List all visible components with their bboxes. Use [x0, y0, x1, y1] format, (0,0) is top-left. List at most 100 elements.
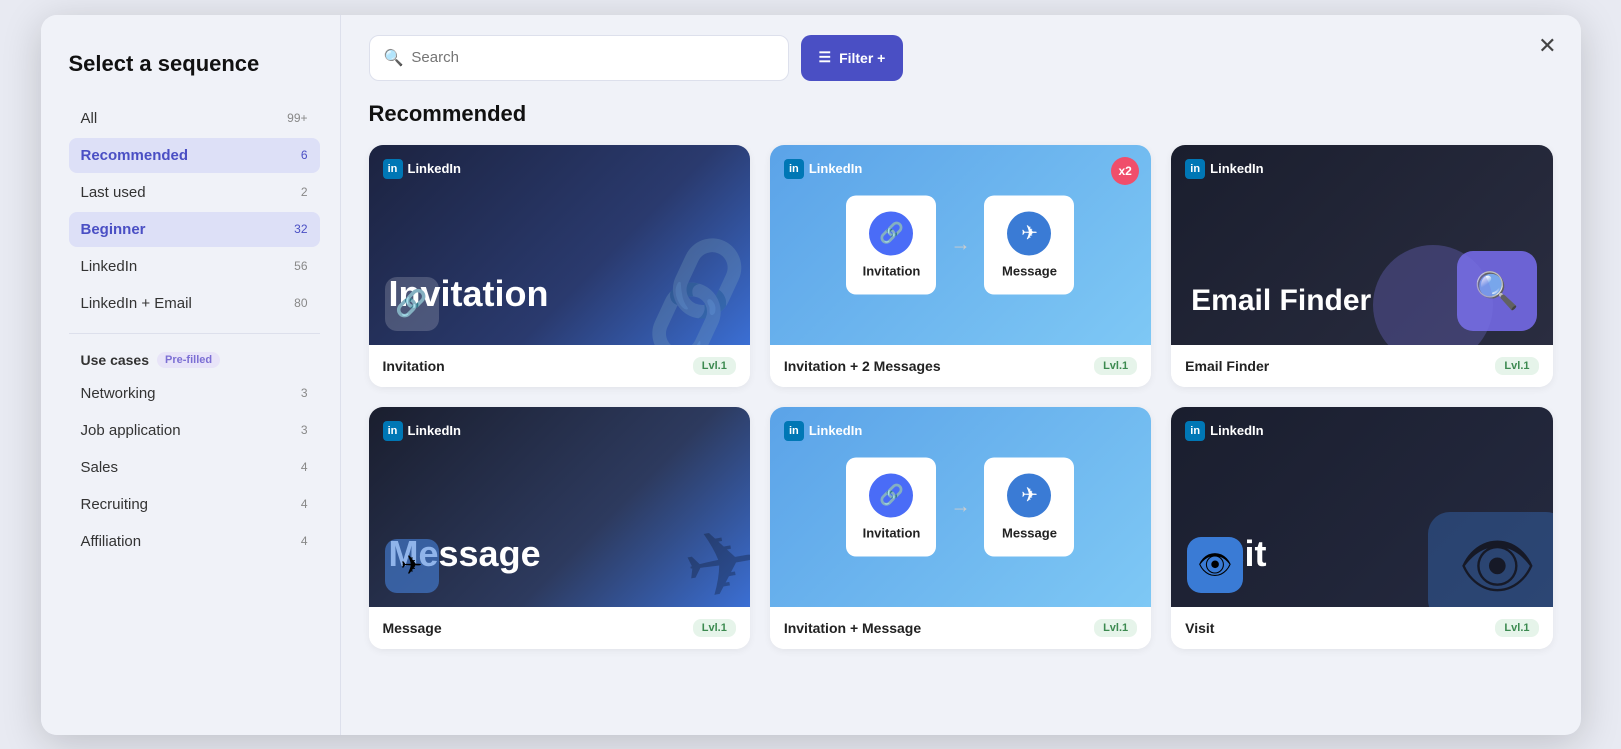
sidebar-item-label: Last used: [81, 184, 146, 201]
lvl-badge: Lvl.1: [693, 619, 736, 637]
close-button[interactable]: ✕: [1538, 33, 1556, 59]
step-card-message: ✈ Message: [984, 457, 1074, 556]
card-invitation[interactable]: in LinkedIn Invitation 🔗 🔗 Invitation Lv…: [369, 145, 750, 387]
card-image-email-finder: in LinkedIn Email Finder 🔍: [1171, 145, 1552, 345]
sidebar-item-label: Networking: [81, 385, 156, 402]
sidebar-item-recommended[interactable]: Recommended 6: [69, 138, 320, 173]
card-footer: Invitation Lvl.1: [369, 345, 750, 387]
search-icon: 🔍: [384, 48, 404, 68]
sidebar-divider: [69, 333, 320, 334]
x2-badge: x2: [1111, 157, 1139, 185]
card-footer: Invitation + Message Lvl.1: [770, 607, 1151, 649]
step-label-invitation: Invitation: [863, 525, 921, 540]
card-invitation-message[interactable]: in LinkedIn 🔗 Invitation → ✈ Message: [770, 407, 1151, 649]
filter-icon: ☰: [819, 49, 832, 66]
sidebar-item-recruiting[interactable]: Recruiting 4: [69, 487, 320, 522]
card-title: Message: [383, 620, 442, 636]
li-icon: in: [1185, 421, 1205, 441]
step-icon-invitation: 🔗: [869, 473, 913, 517]
filter-button[interactable]: ☰ Filter +: [801, 35, 904, 81]
sidebar-item-label: Recruiting: [81, 496, 149, 513]
section-heading: Recommended: [369, 101, 1553, 127]
linkedin-label: in LinkedIn: [383, 421, 461, 441]
sidebar-item-label: LinkedIn: [81, 258, 138, 275]
card-footer: Email Finder Lvl.1: [1171, 345, 1552, 387]
card-title: Invitation + 2 Messages: [784, 358, 941, 374]
li-icon: in: [383, 159, 403, 179]
filter-label: Filter +: [839, 50, 885, 66]
linkedin-label: in LinkedIn: [1185, 159, 1263, 179]
card-image-inv2msg: in LinkedIn x2 🔗 Invitation → ✈: [770, 145, 1151, 345]
select-sequence-modal: ✕ Select a sequence All 99+ Recommended …: [41, 15, 1581, 735]
chain-icon-large: 🔗: [619, 225, 750, 345]
email-finder-text: Email Finder: [1191, 284, 1371, 317]
card-title: Email Finder: [1185, 358, 1269, 374]
sidebar-item-label: Beginner: [81, 221, 146, 238]
card-footer: Message Lvl.1: [369, 607, 750, 649]
sidebar-item-label: LinkedIn + Email: [81, 295, 192, 312]
search-box[interactable]: 🔍: [369, 35, 789, 81]
card-title: Invitation + Message: [784, 620, 921, 636]
card-email-finder[interactable]: in LinkedIn Email Finder 🔍 Email Finder …: [1171, 145, 1552, 387]
card-title: Invitation: [383, 358, 445, 374]
sidebar: Select a sequence All 99+ Recommended 6 …: [41, 15, 341, 735]
sidebar-item-label: Sales: [81, 459, 119, 476]
sidebar-title: Select a sequence: [69, 51, 320, 77]
lvl-badge: Lvl.1: [1495, 619, 1538, 637]
li-icon: in: [784, 421, 804, 441]
search-input[interactable]: [411, 49, 773, 66]
step-icon-message: ✈: [1007, 473, 1051, 517]
sidebar-item-label: Recommended: [81, 147, 189, 164]
arrow-connector: →: [950, 495, 970, 518]
lvl-badge: Lvl.1: [1094, 357, 1137, 375]
main-content: 🔍 ☰ Filter + Recommended in LinkedIn: [341, 15, 1581, 735]
eye-icon: 👁: [1187, 537, 1243, 593]
use-cases-label: Use cases Pre-filled: [81, 352, 320, 368]
card-title: Visit: [1185, 620, 1214, 636]
sidebar-item-badge: 80: [294, 296, 307, 310]
sidebar-item-badge: 4: [301, 534, 308, 548]
step-label-invitation: Invitation: [863, 263, 921, 278]
sidebar-item-networking[interactable]: Networking 3: [69, 376, 320, 411]
sidebar-item-linkedin[interactable]: LinkedIn 56: [69, 249, 320, 284]
sidebar-item-all[interactable]: All 99+: [69, 101, 320, 136]
eye-icon-large: 👁: [1428, 512, 1553, 607]
card-visit[interactable]: in LinkedIn Visit 👁 👁 Visit Lvl.1: [1171, 407, 1552, 649]
linkedin-label: in LinkedIn: [784, 421, 862, 441]
step-icon-invitation: 🔗: [869, 211, 913, 255]
sidebar-item-last-used[interactable]: Last used 2: [69, 175, 320, 210]
message-icon-large: ✈: [676, 506, 750, 607]
sidebar-item-badge: 6: [301, 148, 308, 162]
step-card-invitation: 🔗 Invitation: [846, 195, 936, 294]
card-footer: Invitation + 2 Messages Lvl.1: [770, 345, 1151, 387]
sidebar-item-badge: 32: [294, 222, 307, 236]
step-card-message: ✈ Message: [984, 195, 1074, 294]
sidebar-item-linkedin-email[interactable]: LinkedIn + Email 80: [69, 286, 320, 321]
card-image-inv-msg: in LinkedIn 🔗 Invitation → ✈ Message: [770, 407, 1151, 607]
multi-step-content: 🔗 Invitation → ✈ Message: [846, 457, 1074, 556]
sidebar-item-job-application[interactable]: Job application 3: [69, 413, 320, 448]
sidebar-item-badge: 2: [301, 185, 308, 199]
step-icon-message: ✈: [1007, 211, 1051, 255]
sidebar-item-badge: 3: [301, 386, 308, 400]
lvl-badge: Lvl.1: [1495, 357, 1538, 375]
sidebar-item-beginner[interactable]: Beginner 32: [69, 212, 320, 247]
main-header: 🔍 ☰ Filter +: [341, 15, 1581, 93]
sidebar-item-affiliation[interactable]: Affiliation 4: [69, 524, 320, 559]
sidebar-item-badge: 4: [301, 497, 308, 511]
sidebar-item-label: Affiliation: [81, 533, 142, 550]
card-message[interactable]: in LinkedIn Message ✈ ✈ Message Lvl.1: [369, 407, 750, 649]
sidebar-item-sales[interactable]: Sales 4: [69, 450, 320, 485]
multi-step-content: 🔗 Invitation → ✈ Message: [846, 195, 1074, 294]
arrow-connector: →: [950, 233, 970, 256]
sidebar-item-badge: 4: [301, 460, 308, 474]
sidebar-item-badge: 3: [301, 423, 308, 437]
card-invitation-2-messages[interactable]: in LinkedIn x2 🔗 Invitation → ✈: [770, 145, 1151, 387]
lvl-badge: Lvl.1: [1094, 619, 1137, 637]
card-image-message: in LinkedIn Message ✈ ✈: [369, 407, 750, 607]
sidebar-item-label: All: [81, 110, 98, 127]
step-label-message: Message: [1002, 263, 1057, 278]
pre-filled-badge: Pre-filled: [157, 352, 220, 368]
li-icon: in: [1185, 159, 1205, 179]
chain-icon: 🔗: [385, 277, 439, 331]
